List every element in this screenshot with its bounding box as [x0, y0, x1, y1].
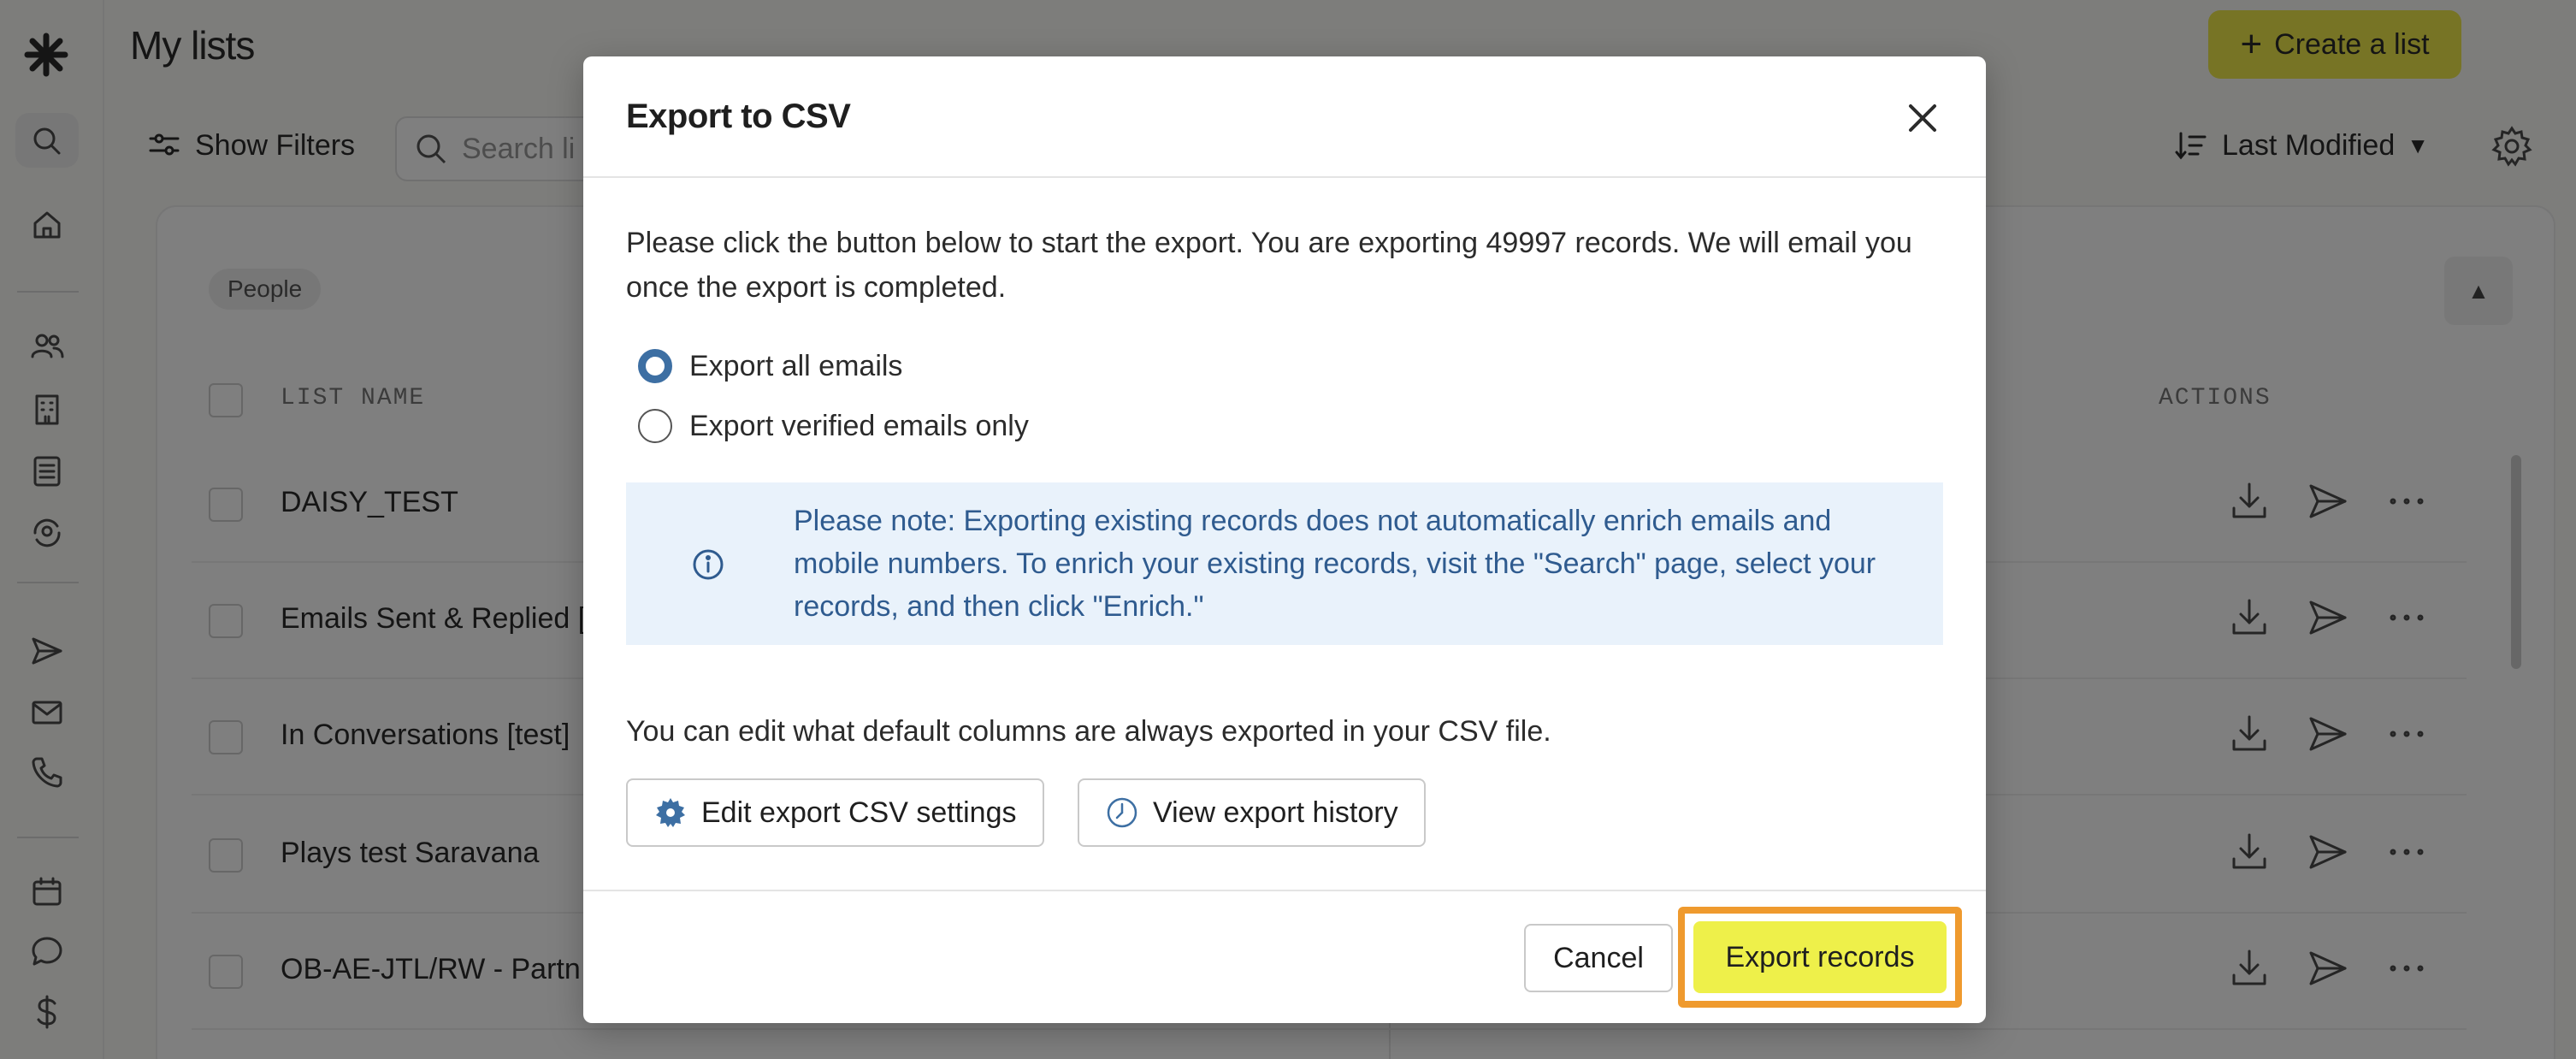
export-intro-text: Please click the button below to start t…	[626, 227, 1912, 304]
radio-export-all-emails[interactable]: Export all emails	[638, 349, 902, 383]
edit-columns-text: You can edit what default columns are al…	[626, 715, 1551, 748]
radio-button[interactable]	[638, 409, 672, 443]
view-export-history-label: View export history	[1153, 796, 1398, 829]
export-csv-dialog: Export to CSV Please click the button be…	[583, 56, 1986, 1023]
info-note: Please note: Exporting existing records …	[626, 482, 1943, 645]
gear-icon	[656, 798, 685, 827]
dialog-footer-divider	[583, 890, 1986, 891]
radio-button-checked[interactable]	[638, 349, 672, 383]
radio-export-verified-only[interactable]: Export verified emails only	[638, 409, 1029, 443]
export-records-button[interactable]: Export records	[1693, 921, 1947, 993]
close-icon	[1909, 104, 1936, 132]
info-icon	[689, 546, 727, 583]
view-export-history-button[interactable]: View export history	[1078, 778, 1426, 847]
close-button[interactable]	[1900, 96, 1945, 140]
info-note-text: Please note: Exporting existing records …	[794, 505, 1876, 623]
radio-label: Export verified emails only	[689, 409, 1029, 442]
dialog-title: Export to CSV	[626, 98, 851, 135]
edit-export-settings-button[interactable]: Edit export CSV settings	[626, 778, 1044, 847]
clock-icon	[1107, 797, 1137, 828]
dialog-header: Export to CSV	[583, 56, 1986, 178]
edit-export-settings-label: Edit export CSV settings	[701, 796, 1017, 829]
export-records-highlight: Export records	[1678, 907, 1962, 1008]
radio-label: Export all emails	[689, 349, 903, 382]
cancel-button[interactable]: Cancel	[1524, 924, 1673, 992]
